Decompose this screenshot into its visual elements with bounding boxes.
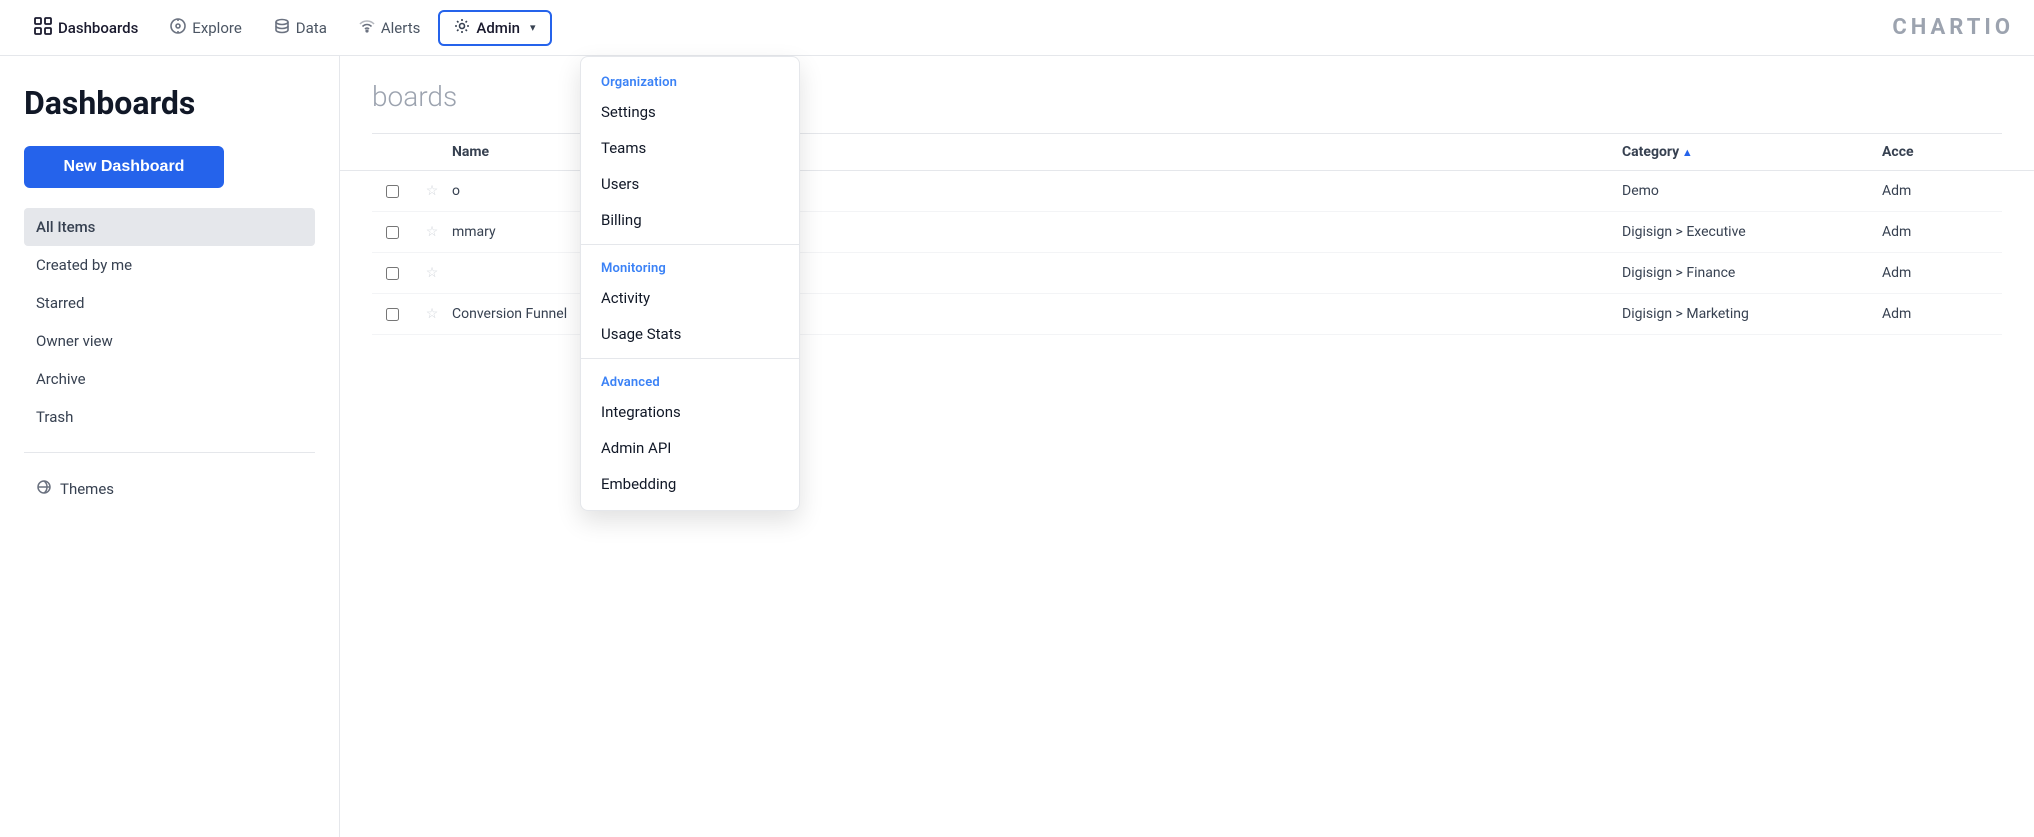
nav-explore[interactable]: Explore	[156, 12, 256, 44]
compass-icon	[170, 18, 186, 38]
dropdown-item-usage-stats[interactable]: Usage Stats	[581, 316, 799, 352]
dropdown-item-billing[interactable]: Billing	[581, 202, 799, 238]
row-category: Digisign > Executive	[1622, 224, 1882, 240]
row-checkbox[interactable]	[372, 308, 412, 321]
nav-data-label: Data	[296, 19, 327, 37]
row-access: Adm	[1882, 183, 2002, 199]
dropdown-item-activity[interactable]: Activity	[581, 280, 799, 316]
header-star-cell	[412, 144, 452, 160]
sidebar-item-all-items[interactable]: All Items	[24, 208, 315, 246]
dropdown-item-admin-api[interactable]: Admin API	[581, 430, 799, 466]
dropdown-section-advanced: Advanced	[581, 365, 799, 394]
nav-data[interactable]: Data	[260, 12, 341, 44]
gear-icon	[454, 18, 470, 38]
wifi-icon	[359, 18, 375, 38]
sidebar-nav: All Items Created by me Starred Owner vi…	[24, 208, 315, 436]
header-category[interactable]: Category	[1622, 144, 1882, 160]
row-checkbox[interactable]	[372, 226, 412, 239]
row-access: Adm	[1882, 265, 2002, 281]
main-layout: Dashboards New Dashboard All Items Creat…	[0, 56, 2034, 837]
row-access: Adm	[1882, 306, 2002, 322]
nav-admin[interactable]: Admin ▾	[438, 10, 551, 46]
dropdown-item-teams[interactable]: Teams	[581, 130, 799, 166]
nav-items: Dashboards Explore	[20, 10, 552, 46]
row-access: Adm	[1882, 224, 2002, 240]
dropdown-section-monitoring: Monitoring	[581, 251, 799, 280]
sidebar: Dashboards New Dashboard All Items Creat…	[0, 56, 340, 837]
nav-dashboards-label: Dashboards	[58, 19, 138, 37]
sidebar-item-archive[interactable]: Archive	[24, 360, 315, 398]
row-star[interactable]: ☆	[412, 224, 452, 240]
sidebar-item-created-by-me[interactable]: Created by me	[24, 246, 315, 284]
themes-label: Themes	[60, 480, 114, 498]
sidebar-themes[interactable]: Themes	[24, 469, 315, 509]
checkbox-input[interactable]	[386, 308, 399, 321]
dropdown-divider-2	[581, 358, 799, 359]
dropdown-item-users[interactable]: Users	[581, 166, 799, 202]
row-star[interactable]: ☆	[412, 265, 452, 281]
dropdown-item-integrations[interactable]: Integrations	[581, 394, 799, 430]
grid-icon	[34, 17, 52, 39]
nav-admin-label: Admin	[476, 19, 520, 37]
nav-explore-label: Explore	[192, 19, 242, 37]
topnav: Dashboards Explore	[0, 0, 2034, 56]
header-checkbox-cell	[372, 144, 412, 160]
row-category: Digisign > Finance	[1622, 265, 1882, 281]
dropdown-item-settings[interactable]: Settings	[581, 94, 799, 130]
row-category: Digisign > Marketing	[1622, 306, 1882, 322]
checkbox-input[interactable]	[386, 267, 399, 280]
chevron-down-icon: ▾	[530, 21, 536, 34]
sidebar-item-owner-view[interactable]: Owner view	[24, 322, 315, 360]
sidebar-title: Dashboards	[24, 84, 315, 122]
row-category: Demo	[1622, 183, 1882, 199]
themes-icon	[36, 479, 52, 499]
row-checkbox[interactable]	[372, 267, 412, 280]
nav-alerts[interactable]: Alerts	[345, 12, 435, 44]
dropdown-divider-1	[581, 244, 799, 245]
checkbox-input[interactable]	[386, 226, 399, 239]
sidebar-item-trash[interactable]: Trash	[24, 398, 315, 436]
header-access[interactable]: Acce	[1882, 144, 2002, 160]
admin-dropdown: Organization Settings Teams Users Billin…	[580, 56, 800, 511]
sidebar-item-starred[interactable]: Starred	[24, 284, 315, 322]
row-star[interactable]: ☆	[412, 306, 452, 322]
database-icon	[274, 18, 290, 38]
dropdown-item-embedding[interactable]: Embedding	[581, 466, 799, 502]
row-checkbox[interactable]	[372, 185, 412, 198]
dropdown-section-organization: Organization	[581, 65, 799, 94]
sidebar-divider	[24, 452, 315, 453]
checkbox-input[interactable]	[386, 185, 399, 198]
nav-alerts-label: Alerts	[381, 19, 421, 37]
row-star[interactable]: ☆	[412, 183, 452, 199]
new-dashboard-button[interactable]: New Dashboard	[24, 146, 224, 188]
brand-logo: CHARTIO	[1892, 15, 2014, 40]
nav-dashboards[interactable]: Dashboards	[20, 11, 152, 45]
